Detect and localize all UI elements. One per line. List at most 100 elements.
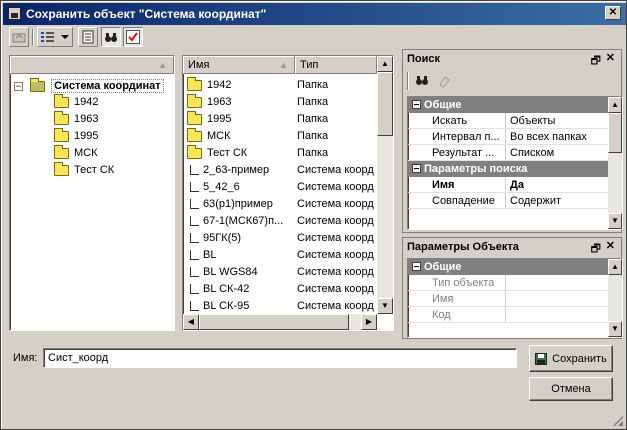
tree-item[interactable]: 1995 — [54, 127, 98, 144]
column-header-name[interactable]: Имя ▲ — [183, 56, 295, 74]
hscroll-thumb[interactable] — [199, 314, 349, 330]
list-item-name: 63(р1)пример — [203, 198, 273, 210]
sort-arrow-icon: ▲ — [158, 60, 167, 70]
scroll-down-button[interactable]: ▼ — [608, 213, 622, 229]
tree-header[interactable]: ▲ — [10, 56, 174, 74]
list-item-type: Система коорд — [297, 283, 374, 295]
property-row[interactable]: Имя — [408, 291, 608, 307]
tree-item[interactable]: 1942 — [54, 93, 98, 110]
float-window-icon[interactable]: 🗗 — [591, 52, 601, 71]
property-value[interactable]: Списком — [507, 145, 554, 160]
list-item-name: 95ГК(5) — [203, 232, 242, 244]
tree-root[interactable]: − Система координат — [14, 77, 164, 94]
coordinate-system-icon — [190, 233, 199, 244]
list-item[interactable]: МСК Папка — [187, 127, 377, 144]
list-item[interactable]: 2_63-пример Система коорд — [187, 162, 377, 178]
object-property-grid[interactable]: Общие Тип объекта Имя Код ▲ ▼ — [407, 258, 623, 338]
property-value[interactable]: Содержит — [507, 193, 561, 208]
save-button-label: Сохранить — [552, 352, 607, 365]
group-general[interactable]: Общие — [408, 259, 608, 275]
scroll-up-button[interactable]: ▲ — [608, 97, 622, 113]
panel-close-icon[interactable]: ✕ — [606, 51, 615, 64]
tree-item[interactable]: 1963 — [54, 110, 98, 127]
file-list[interactable]: Имя ▲ Тип 1942 Папка 1963 Папка 1995 Папка МСК… — [182, 55, 394, 331]
resize-grip[interactable] — [613, 416, 623, 426]
grid-vertical-scrollbar[interactable]: ▲ ▼ — [608, 97, 622, 229]
property-row[interactable]: Тип объекта — [408, 275, 608, 291]
scroll-down-button[interactable]: ▼ — [608, 321, 622, 337]
scroll-left-button[interactable]: ◀ — [183, 314, 199, 330]
scroll-up-button[interactable]: ▲ — [377, 56, 393, 72]
find-button[interactable] — [415, 74, 429, 89]
save-button[interactable]: Сохранить — [529, 345, 613, 372]
list-item-type: Система коорд — [297, 215, 374, 227]
collapse-icon[interactable] — [412, 262, 421, 271]
list-horizontal-scrollbar[interactable]: ◀ ▶ — [183, 314, 377, 330]
list-vertical-scrollbar[interactable]: ▲ ▼ — [377, 56, 393, 314]
property-row[interactable]: Интервал п... Во всех папках — [408, 129, 608, 145]
group-general[interactable]: Общие — [408, 97, 608, 113]
scroll-up-button[interactable]: ▲ — [608, 259, 622, 275]
list-item[interactable]: 95ГК(5) Система коорд — [187, 230, 377, 246]
document-icon — [82, 30, 94, 44]
grid-vertical-scrollbar[interactable]: ▲ ▼ — [608, 259, 622, 337]
scroll-right-button[interactable]: ▶ — [361, 314, 377, 330]
close-button[interactable]: ✕ — [605, 6, 621, 20]
property-row[interactable]: Результат ... Списком — [408, 145, 608, 161]
column-header-type[interactable]: Тип — [295, 56, 377, 74]
collapse-icon[interactable] — [412, 164, 421, 173]
float-window-icon[interactable]: 🗗 — [591, 240, 601, 259]
property-value[interactable] — [507, 291, 510, 306]
list-item[interactable]: 5_42_6 Система коорд — [187, 179, 377, 195]
property-value[interactable]: Да — [507, 177, 524, 192]
folder-tree[interactable]: ▲ − Система координат 1942 1963 1995 МСК Тес… — [9, 55, 175, 331]
property-value[interactable] — [507, 275, 510, 290]
property-value[interactable]: Объекты — [507, 113, 555, 128]
list-item[interactable]: 63(р1)пример Система коорд — [187, 196, 377, 212]
cancel-button[interactable]: Отмена — [529, 377, 613, 401]
list-item[interactable]: Тест СК Папка — [187, 144, 377, 161]
list-item[interactable]: 1995 Папка — [187, 110, 377, 127]
list-item[interactable]: BL WGS84 Система коорд — [187, 264, 377, 280]
list-item-type: Система коорд — [297, 266, 374, 278]
property-value[interactable] — [507, 307, 510, 322]
up-folder-button[interactable] — [9, 27, 29, 47]
scroll-thumb[interactable] — [377, 72, 393, 136]
list-item[interactable]: BL Система коорд — [187, 247, 377, 263]
collapse-icon[interactable]: − — [14, 81, 23, 91]
list-item-name: BL WGS84 — [203, 266, 258, 278]
panel-close-icon[interactable]: ✕ — [606, 239, 615, 252]
scroll-thumb[interactable] — [608, 113, 622, 153]
list-item-name: 67-1(МСК67)п... — [203, 215, 284, 227]
folder-icon — [30, 77, 46, 92]
dialog-window: Сохранить объект "Система координат" ✕ ▲… — [0, 0, 627, 430]
property-value[interactable]: Во всех папках — [507, 129, 587, 144]
property-row[interactable]: Совпадение Содержит — [408, 193, 608, 209]
checkmark-icon — [126, 30, 140, 44]
tree-item[interactable]: Тест СК — [54, 161, 114, 178]
property-row[interactable]: Код — [408, 307, 608, 323]
property-row[interactable]: Искать Объекты — [408, 113, 608, 129]
property-row[interactable]: Имя Да — [408, 177, 608, 193]
group-search-params[interactable]: Параметры поиска — [408, 161, 608, 177]
list-item[interactable]: BL СК-42 Система коорд — [187, 281, 377, 297]
list-item[interactable]: 67-1(МСК67)п... Система коорд — [187, 213, 377, 229]
tree-item[interactable]: МСК — [54, 144, 98, 161]
search-toggle-button[interactable] — [101, 27, 121, 47]
list-item[interactable]: 1942 Папка — [187, 76, 377, 93]
search-property-grid[interactable]: Общие Искать Объекты Интервал п... Во всех … — [407, 96, 623, 230]
list-item-name: 5_42_6 — [203, 181, 240, 193]
apply-button[interactable] — [123, 27, 143, 47]
scroll-down-button[interactable]: ▼ — [377, 298, 393, 314]
list-item[interactable]: 1963 Папка — [187, 93, 377, 110]
clear-button[interactable] — [437, 74, 451, 91]
list-item-name: 2_63-пример — [203, 164, 270, 176]
collapse-icon[interactable] — [412, 100, 421, 109]
list-item[interactable]: BL СК-95 Система коорд — [187, 298, 377, 314]
title-bar[interactable]: Сохранить объект "Система координат" ✕ — [3, 3, 626, 25]
list-item-type: Система коорд — [297, 249, 374, 261]
properties-button[interactable] — [78, 27, 98, 47]
name-input[interactable]: Сист_коорд — [43, 348, 517, 368]
view-mode-dropdown[interactable] — [37, 27, 73, 47]
list-item-type: Система коорд — [297, 232, 374, 244]
